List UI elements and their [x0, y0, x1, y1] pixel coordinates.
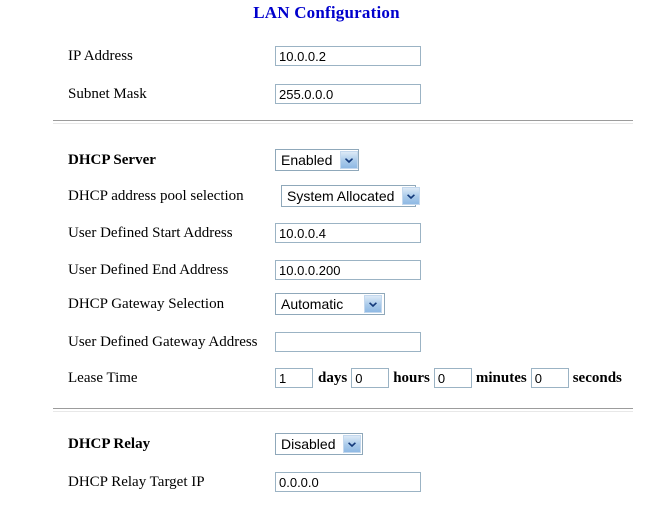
relay-target-ip-input[interactable] — [275, 472, 421, 492]
dhcp-pool-selection-select[interactable]: System Allocated — [281, 185, 421, 207]
chevron-down-icon — [343, 435, 362, 453]
dhcp-server-row: DHCP Server Enabled — [0, 148, 653, 172]
lease-minutes-unit: minutes — [475, 370, 527, 386]
lease-seconds-unit: seconds — [572, 370, 622, 386]
dhcp-pool-selection-field-wrap: System Allocated — [281, 185, 421, 207]
dhcp-relay-field-wrap: Disabled — [275, 433, 363, 455]
dhcp-pool-selection-value: System Allocated — [287, 188, 395, 204]
dhcp-server-heading: DHCP Server — [68, 152, 156, 168]
gateway-address-label: User Defined Gateway Address — [68, 334, 258, 350]
page-title: LAN Configuration — [253, 3, 400, 22]
end-address-input[interactable] — [275, 260, 421, 280]
dhcp-relay-heading: DHCP Relay — [68, 436, 151, 452]
ip-address-field-wrap — [275, 46, 421, 66]
start-address-row: User Defined Start Address — [0, 221, 653, 245]
relay-target-ip-row: DHCP Relay Target IP — [0, 470, 653, 494]
dhcp-server-select-value: Enabled — [281, 152, 333, 168]
chevron-down-icon — [402, 187, 421, 205]
gateway-selection-label: DHCP Gateway Selection — [68, 296, 225, 312]
dhcp-server-field-wrap: Enabled — [275, 149, 359, 171]
dhcp-server-select[interactable]: Enabled — [275, 149, 359, 171]
subnet-mask-input[interactable] — [275, 84, 421, 104]
subnet-mask-row: Subnet Mask — [0, 82, 653, 106]
dhcp-relay-row: DHCP Relay Disabled — [0, 432, 653, 456]
subnet-mask-label: Subnet Mask — [68, 86, 147, 102]
dhcp-pool-selection-label: DHCP address pool selection — [68, 188, 244, 204]
ip-address-label: IP Address — [68, 48, 133, 64]
start-address-input[interactable] — [275, 223, 421, 243]
gateway-selection-row: DHCP Gateway Selection Automatic — [0, 292, 653, 316]
gateway-address-input[interactable] — [275, 332, 421, 352]
chevron-down-icon — [340, 151, 359, 169]
lease-time-fields: days hours minutes seconds — [275, 368, 626, 388]
lease-hours-unit: hours — [393, 370, 430, 386]
gateway-selection-select[interactable]: Automatic — [275, 293, 385, 315]
lease-days-unit: days — [318, 370, 348, 386]
ip-address-input[interactable] — [275, 46, 421, 66]
start-address-field-wrap — [275, 223, 421, 243]
gateway-selection-value: Automatic — [281, 296, 344, 312]
lease-minutes-input[interactable] — [433, 368, 472, 388]
dhcp-relay-select[interactable]: Disabled — [275, 433, 363, 455]
relay-target-ip-label: DHCP Relay Target IP — [68, 474, 205, 490]
relay-target-ip-field-wrap — [275, 472, 421, 492]
dhcp-relay-select-value: Disabled — [281, 436, 336, 452]
lease-seconds-input[interactable] — [530, 368, 569, 388]
gateway-address-row: User Defined Gateway Address — [0, 330, 653, 354]
lan-configuration-page: LAN Configuration IP Address Subnet Mask… — [0, 0, 653, 511]
lease-time-label: Lease Time — [68, 370, 138, 386]
gateway-selection-field-wrap: Automatic — [275, 293, 385, 315]
lease-time-row: Lease Time days hours minutes seconds — [0, 366, 653, 390]
lease-days-input[interactable] — [275, 368, 313, 388]
subnet-mask-field-wrap — [275, 84, 421, 104]
section-divider-1 — [53, 120, 633, 124]
lease-hours-input[interactable] — [351, 368, 390, 388]
end-address-row: User Defined End Address — [0, 258, 653, 282]
dhcp-pool-selection-row: DHCP address pool selection System Alloc… — [0, 184, 653, 208]
end-address-field-wrap — [275, 260, 421, 280]
gateway-address-field-wrap — [275, 332, 421, 352]
end-address-label: User Defined End Address — [68, 262, 229, 278]
start-address-label: User Defined Start Address — [68, 225, 233, 241]
section-divider-2 — [53, 408, 633, 412]
ip-address-row: IP Address — [0, 44, 653, 68]
chevron-down-icon — [364, 295, 382, 313]
